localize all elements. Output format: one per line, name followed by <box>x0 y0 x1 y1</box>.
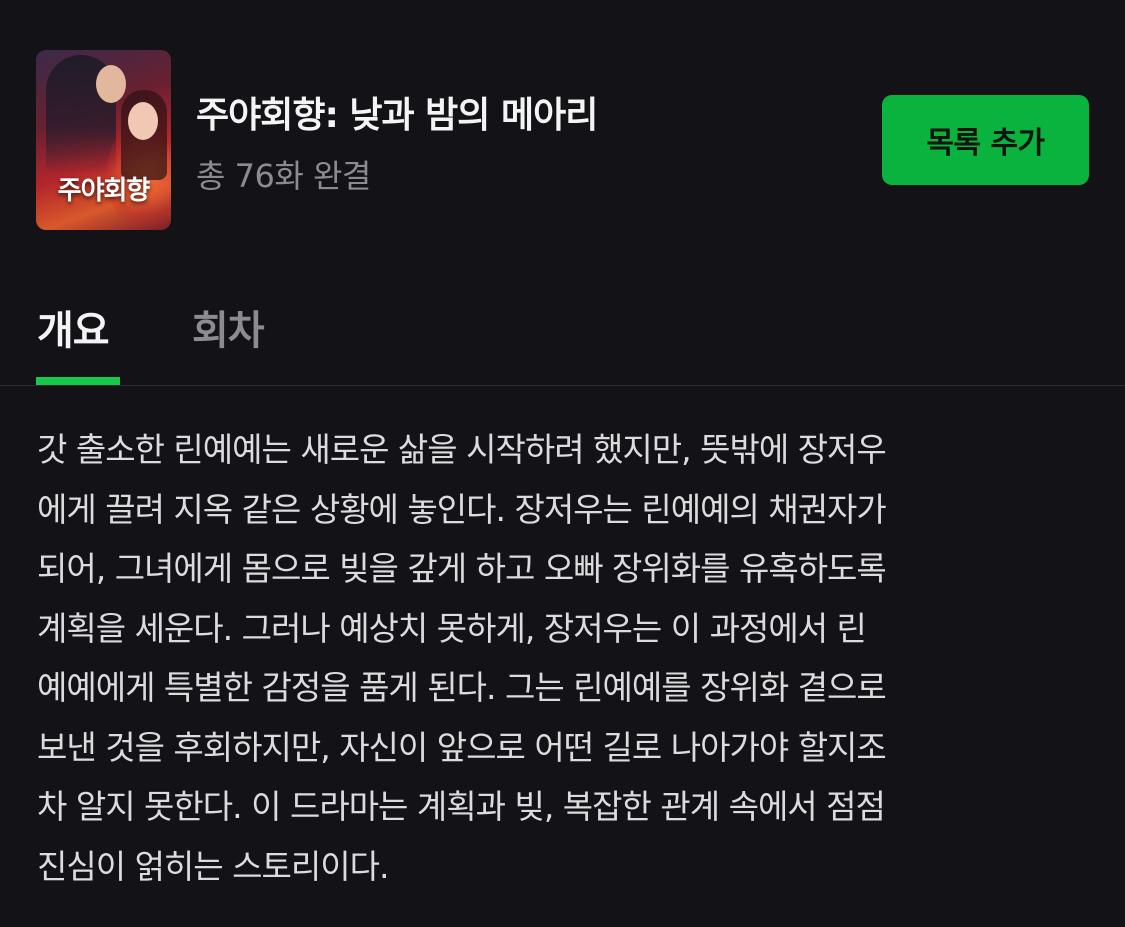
synopsis-line: 진심이 얽히는 스토리이다. <box>37 846 389 886</box>
tab-episodes[interactable]: 회차 <box>192 298 265 356</box>
synopsis-line: 계획을 세운다. 그러나 예상치 못하게, 장저우는 이 과정에서 린 <box>37 608 867 648</box>
episode-count: 총 76화 완결 <box>196 157 371 195</box>
add-to-list-button[interactable]: 목록 추가 <box>882 95 1089 185</box>
synopsis-line: 에게 끌려 지옥 같은 상황에 놓인다. 장저우는 린예예의 채권자가 <box>37 489 887 529</box>
series-header: 주야회향 주야회향: 낮과 밤의 메아리 총 76화 완결 목록 추가 <box>0 0 1125 260</box>
poster-face-woman <box>128 102 158 140</box>
tab-divider <box>0 385 1125 386</box>
poster-face-man <box>96 65 126 103</box>
series-title: 주야회향: 낮과 밤의 메아리 <box>196 95 598 136</box>
synopsis-line: 예예에게 특별한 감정을 품게 된다. 그는 린예예를 장위화 곁으로 <box>37 668 887 707</box>
synopsis-line: 갓 출소한 린예예는 새로운 삶을 시작하려 했지만, 뜻밖에 장저우 <box>37 430 887 469</box>
series-poster[interactable]: 주야회향 <box>36 50 171 230</box>
poster-title-text: 주야회향 <box>57 176 151 206</box>
synopsis-line: 되어, 그녀에게 몸으로 빚을 갚게 하고 오빠 장위화를 유혹하도록 <box>37 549 887 588</box>
tab-overview[interactable]: 개요 <box>37 298 110 356</box>
synopsis-text: 갓 출소한 린예예는 새로운 삶을 시작하려 했지만, 뜻밖에 장저우 에게 끌… <box>37 420 1097 896</box>
synopsis-line: 차 알지 못한다. 이 드라마는 계획과 빚, 복잡한 관계 속에서 점점 <box>37 787 886 826</box>
tab-bar: 개요 회차 <box>0 280 1125 385</box>
active-tab-indicator <box>36 377 120 385</box>
synopsis-line: 보낸 것을 후회하지만, 자신이 앞으로 어떤 길로 나아가야 할지조 <box>37 727 887 767</box>
